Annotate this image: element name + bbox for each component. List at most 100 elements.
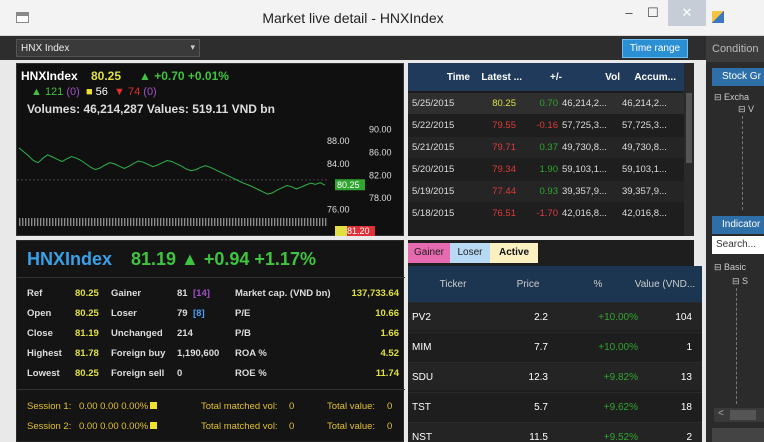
movers-row[interactable]: SDU 12.3 +9.82% 13 — [408, 362, 702, 390]
close-label: Close — [27, 328, 53, 339]
tab-loser[interactable]: Loser — [450, 243, 490, 263]
price-history-row[interactable]: 5/21/2015 79.71 0.37 49,730,8... 49,730,8... — [408, 137, 684, 158]
volume-bar — [232, 218, 234, 226]
col-accum[interactable]: Accum... — [626, 72, 676, 83]
volume-bar — [169, 218, 171, 226]
volume-bar — [193, 218, 195, 226]
row-value: 104 — [675, 312, 692, 323]
tree-basic-sub[interactable]: ⊟ S — [732, 276, 748, 287]
market-cap-value: 137,733.64 — [351, 288, 399, 299]
volume-bar — [64, 218, 66, 226]
maximize-button[interactable]: ☐ — [636, 0, 670, 26]
time-range-button[interactable]: Time range — [622, 39, 688, 58]
volume-bar — [271, 218, 273, 226]
col-vol[interactable]: Vol — [576, 72, 620, 83]
col-time[interactable]: Time — [428, 72, 470, 83]
volume-bar — [19, 218, 21, 226]
price-history-row[interactable]: 5/20/2015 79.34 1.90 59,103,1... 59,103,1... — [408, 159, 684, 180]
volume-bar — [295, 218, 297, 226]
tree-exchange-sub[interactable]: ⊟ V — [738, 104, 754, 115]
volume-bar — [277, 218, 279, 226]
row-date: 5/21/2015 — [412, 142, 455, 153]
tree-basic[interactable]: ⊟ Basic — [714, 262, 746, 273]
loser-label: Loser — [111, 308, 137, 319]
index-select[interactable]: HNX Index ▾ — [16, 39, 200, 57]
row-change: 0.37 — [539, 142, 559, 153]
volume-bar — [229, 218, 231, 226]
volume-bar — [208, 218, 210, 226]
col-value[interactable]: Value (VND... — [630, 279, 700, 290]
volume-bar — [238, 218, 240, 226]
total-matched-value: 0 — [289, 401, 295, 412]
volume-bar — [142, 218, 144, 226]
volume-bar — [256, 218, 258, 226]
row-accum: 59,103,1... — [622, 164, 667, 175]
condition-hscrollbar[interactable]: < — [714, 408, 764, 422]
lowest-label: Lowest — [27, 368, 60, 379]
market-breadth: ▲ 121 (0) ■ 56 ▼ 74 (0) — [31, 86, 157, 98]
advancers-count: ▲ 121 — [31, 86, 64, 98]
volume-bar — [139, 218, 141, 226]
volume-bar — [268, 218, 270, 226]
y-tick-label: 76.00 — [327, 204, 350, 214]
y-tick-label: 90.00 — [369, 125, 392, 135]
movers-table: Ticker Price % Value (VND... PV2 2.2 +10.0… — [408, 266, 702, 442]
volume-bar — [205, 218, 207, 226]
price-history-scrollbar[interactable] — [684, 63, 694, 236]
row-percent: +10.00% — [598, 342, 638, 353]
volume-bar — [190, 218, 192, 226]
movers-row[interactable]: PV2 2.2 +10.00% 104 — [408, 302, 702, 330]
volume-bar — [253, 218, 255, 226]
indicators-tab[interactable]: Indicator — [712, 216, 764, 234]
roa-label: ROA % — [235, 348, 267, 359]
tab-gainer[interactable]: Gainer — [408, 243, 450, 263]
volume-bar — [172, 218, 174, 226]
movers-row[interactable]: TST 5.7 +9.62% 18 — [408, 392, 702, 420]
volume-bar — [211, 218, 213, 226]
volume-bar — [22, 218, 24, 226]
col-percent[interactable]: % — [568, 279, 628, 290]
col-price[interactable]: Price — [498, 279, 558, 290]
row-ticker: SDU — [412, 372, 434, 383]
volume-bar — [109, 218, 111, 226]
price-history-row[interactable]: 5/19/2015 77.44 0.93 39,357,9... 39,357,9... — [408, 181, 684, 202]
row-latest: 79.71 — [492, 142, 516, 153]
volume-bar — [202, 218, 204, 226]
indicator-search-input[interactable]: Search... — [712, 236, 764, 254]
volume-bar — [133, 218, 135, 226]
roa-value: 4.52 — [380, 348, 400, 359]
volume-bar — [100, 218, 102, 226]
price-history-row[interactable]: 5/22/2015 79.55 -0.16 57,725,3... 57,725,3..… — [408, 115, 684, 136]
condition-window: Condition Stock Gr ⊟ Excha ⊟ V Indicator… — [706, 0, 764, 442]
volume-bar — [79, 218, 81, 226]
volume-bar — [61, 218, 63, 226]
row-latest: 79.55 — [492, 120, 516, 131]
condition-header: Condition — [706, 36, 764, 62]
volume-bar — [25, 218, 27, 226]
lowest-value: 80.25 — [75, 368, 99, 379]
row-ticker: PV2 — [412, 312, 431, 323]
close-button[interactable]: ✕ — [668, 0, 706, 26]
volume-bar — [76, 218, 78, 226]
volume-bar — [301, 218, 303, 226]
row-value: 18 — [680, 402, 692, 413]
tree-exchange[interactable]: ⊟ Excha — [714, 92, 749, 103]
volume-bar — [118, 218, 120, 226]
stock-group-tab[interactable]: Stock Gr — [712, 68, 764, 86]
price-history-row[interactable]: 5/25/2015 80.25 0.70 46,214,2... 46,214,2... — [408, 93, 684, 114]
price-history-row[interactable]: 5/18/2015 76.51 -1.70 42,016,8... 42,016,8..… — [408, 203, 684, 224]
unchanged-count: 56 — [95, 86, 108, 98]
col-latest[interactable]: Latest ... — [472, 72, 522, 83]
movers-row[interactable]: MIM 7.7 +10.00% 1 — [408, 332, 702, 360]
ref-label: Ref — [27, 288, 43, 299]
volume-bar — [250, 218, 252, 226]
tab-active[interactable]: Active — [490, 243, 538, 263]
scroll-left-icon[interactable]: < — [718, 408, 724, 419]
row-vol: 42,016,8... — [562, 208, 607, 219]
row-change: -1.70 — [536, 208, 558, 219]
col-ticker[interactable]: Ticker — [422, 279, 484, 290]
volume-bar — [55, 218, 57, 226]
col-change[interactable]: +/- — [528, 72, 562, 83]
volume-bar — [304, 218, 306, 226]
movers-row[interactable]: NST 11.5 +9.52% 2 — [408, 422, 702, 442]
